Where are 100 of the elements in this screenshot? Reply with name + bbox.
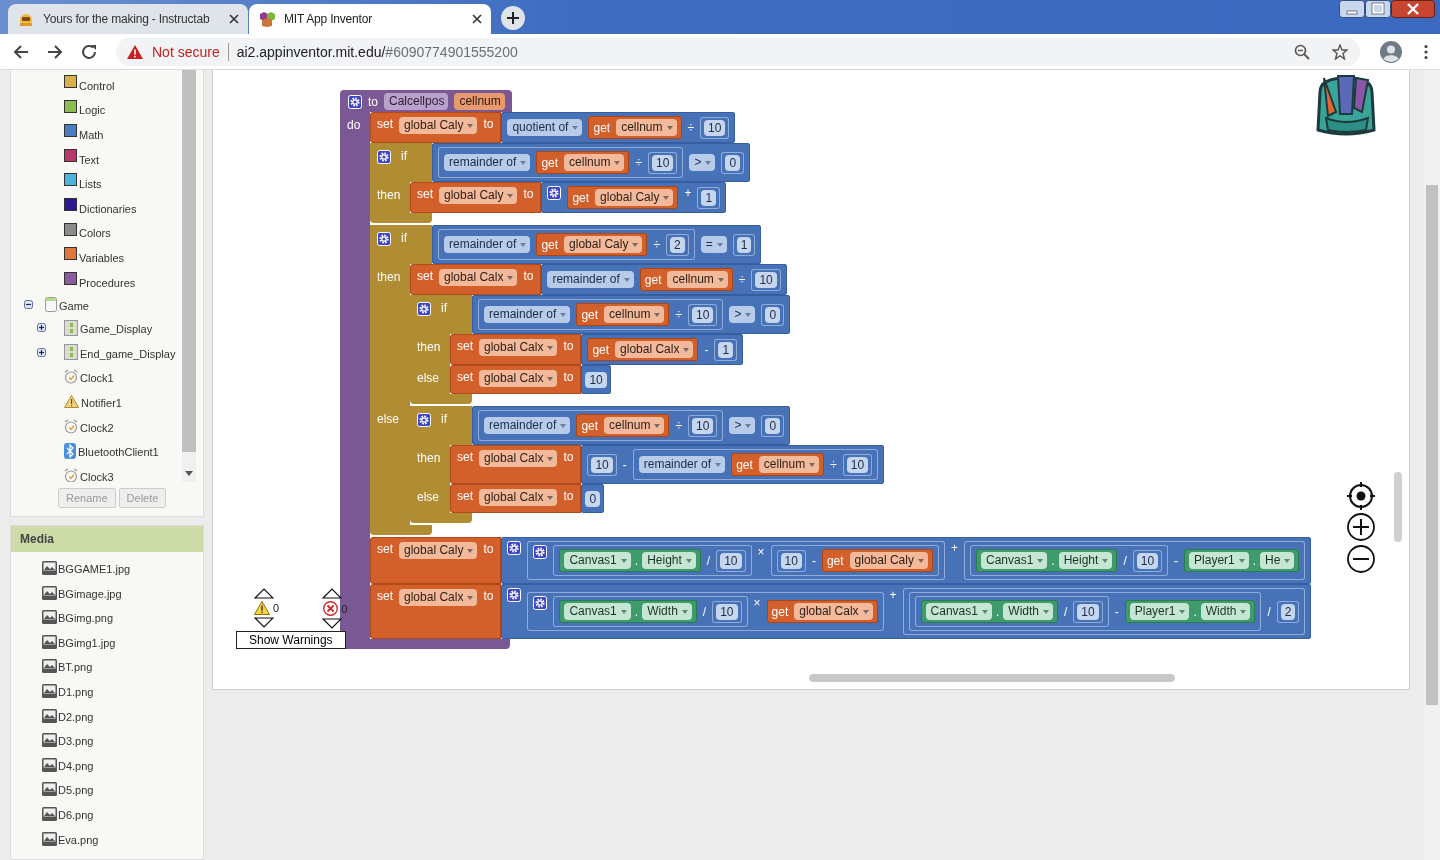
media-item[interactable]: BGimage.jpg [58,584,122,600]
number-field[interactable]: 0 [765,417,781,434]
variable-dropdown[interactable]: global Calx [439,269,518,286]
tree-item[interactable]: Game_Display [80,320,153,336]
media-item[interactable]: Eva.png [58,830,99,846]
mode-dropdown[interactable]: remainder of [484,417,571,434]
variable-dropdown[interactable]: cellnum [604,306,665,323]
number-field[interactable]: 10 [1077,603,1099,620]
mode-dropdown[interactable]: remainder of [484,306,571,323]
back-icon[interactable] [12,42,30,61]
tree-item[interactable]: Clock1 [80,369,114,385]
number-field[interactable]: 1 [718,341,734,358]
variable-dropdown[interactable]: global Calx [794,603,873,620]
number-field[interactable]: 0 [725,154,741,171]
close-icon[interactable] [1391,0,1435,18]
number-field[interactable]: 10 [704,119,726,136]
maximize-icon[interactable] [1365,0,1391,18]
number-field[interactable]: 10 [716,603,738,620]
up-arrow-icon[interactable] [322,588,343,599]
tree-item[interactable]: Colors [79,224,111,240]
mode-dropdown[interactable]: remainder of [638,456,726,473]
variable-dropdown[interactable]: global Caly [439,187,518,204]
variable-dropdown[interactable]: cellnum [564,154,625,171]
component-dropdown[interactable]: Canvas1 [564,552,631,569]
variable-dropdown[interactable]: cellnum [604,417,665,434]
tree-item[interactable]: Math [79,126,104,141]
media-item[interactable]: D1.png [58,682,94,698]
variable-dropdown[interactable]: global Caly [399,117,478,134]
number-field[interactable]: 1 [701,189,717,206]
number-field[interactable]: 10 [1136,552,1159,569]
number-field[interactable]: 2 [1280,603,1296,620]
variable-dropdown[interactable]: cellnum [616,119,677,136]
number-field[interactable]: 10 [720,552,742,569]
number-field[interactable]: 10 [846,456,869,473]
number-field[interactable]: 10 [692,417,714,434]
gear-icon[interactable] [417,413,431,427]
up-arrow-icon[interactable] [253,588,274,599]
new-tab-icon[interactable] [500,5,526,31]
gear-icon[interactable] [507,541,522,555]
number-field[interactable]: 0 [585,490,601,507]
address-bar[interactable]: Not secure ai2.appinventor.mit.edu/#6090774901555200 [116,37,1360,66]
name-field[interactable]: Calcellpos [384,93,449,110]
number-field[interactable]: 10 [591,456,613,473]
gear-icon[interactable] [348,94,362,109]
property-dropdown[interactable]: Height [642,552,696,569]
media-item[interactable]: D3.png [58,732,94,748]
property-dropdown[interactable]: Width [642,603,692,620]
tree-item[interactable]: Logic [79,101,106,117]
close-icon[interactable] [228,13,240,25]
down-arrow-icon[interactable] [253,617,274,628]
show-warnings-button[interactable]: Show Warnings [236,631,346,649]
component-dropdown[interactable]: Canvas1 [980,552,1048,569]
tree-item[interactable]: Clock2 [80,418,114,434]
gear-icon[interactable] [533,545,548,559]
variable-dropdown[interactable]: global Calx [479,339,558,356]
gear-icon[interactable] [547,186,562,200]
tree-item[interactable]: Procedures [79,273,136,289]
number-field[interactable]: 10 [652,154,674,171]
variable-dropdown[interactable]: global Calx [479,370,558,387]
variable-dropdown[interactable]: global Calx [399,589,478,606]
tree-item[interactable]: Dictionaries [79,199,137,215]
media-item[interactable]: BGGAME1.jpg [58,560,131,575]
vertical-scrollbar[interactable] [1394,472,1402,542]
number-field[interactable]: 10 [692,306,714,323]
tree-item[interactable]: Notifier1 [81,393,122,409]
forward-icon[interactable] [46,42,64,61]
component-dropdown[interactable]: Canvas1 [564,603,631,620]
number-field[interactable]: 10 [755,271,777,288]
property-dropdown[interactable]: Width [1200,603,1251,620]
page-scrollbar[interactable] [1424,70,1440,860]
variable-dropdown[interactable]: global Caly [849,552,928,569]
media-item[interactable]: BT.png [58,658,93,674]
variable-dropdown[interactable]: global Calx [479,489,558,506]
variable-dropdown[interactable]: global Caly [399,542,478,559]
menu-icon[interactable] [1424,43,1428,60]
tree-item[interactable]: BluetoothClient1 [78,443,159,459]
media-item[interactable]: D5.png [58,781,94,797]
operator-dropdown[interactable]: > [729,306,756,323]
variable-dropdown[interactable]: cellnum [667,271,728,288]
component-dropdown[interactable]: Player1 [1189,552,1249,569]
media-item[interactable]: D6.png [58,805,94,821]
horizontal-scrollbar[interactable] [809,674,1175,682]
minimize-icon[interactable] [1339,0,1365,18]
gear-icon[interactable] [377,150,391,164]
tree-item[interactable]: Lists [79,175,102,191]
zoom-out-icon[interactable] [1346,544,1376,574]
expand-icon[interactable] [37,347,46,357]
tree-item[interactable]: End_game_Display [80,344,176,360]
media-item[interactable]: D4.png [58,756,94,772]
variable-dropdown[interactable]: global Caly [564,236,643,253]
tree-item[interactable]: Game [59,296,89,312]
recenter-icon[interactable] [1347,482,1375,510]
tree-item[interactable]: Clock3 [80,467,114,482]
media-item[interactable]: D2.png [58,707,94,723]
parameter-field[interactable]: cellnum [454,93,505,110]
media-item[interactable]: BGimg.png [58,609,114,625]
gear-icon[interactable] [417,302,431,316]
scrollbar[interactable] [182,70,196,482]
mode-dropdown[interactable]: remainder of [444,154,531,171]
variable-dropdown[interactable]: global Calx [615,341,694,358]
